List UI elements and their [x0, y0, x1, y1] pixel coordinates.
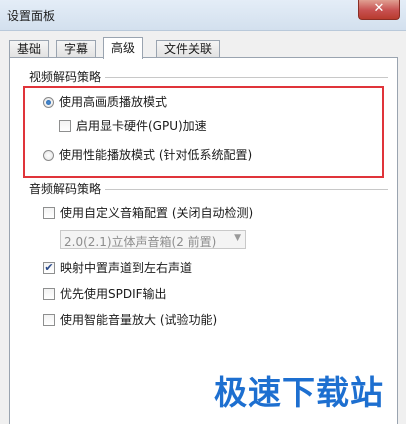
custom-config-checkbox[interactable]: [43, 207, 55, 219]
performance-radio[interactable]: [43, 150, 54, 161]
smart-volume-checkbox[interactable]: [43, 314, 55, 326]
gpu-checkbox[interactable]: [59, 120, 71, 132]
close-button[interactable]: ✕: [358, 0, 400, 20]
smart-volume-label: 使用智能音量放大 (试验功能): [60, 313, 218, 327]
tab-basic[interactable]: 基础: [9, 40, 50, 58]
center-map-checkbox[interactable]: ✔: [43, 262, 55, 274]
video-group-title: 视频解码策略: [29, 68, 106, 85]
video-group-divider: [105, 77, 388, 78]
high-quality-radio[interactable]: [43, 97, 54, 108]
tab-subtitles[interactable]: 字幕: [56, 40, 97, 58]
tab-file-association[interactable]: 文件关联: [156, 40, 221, 58]
title-bar[interactable]: 设置面板 ✕: [0, 0, 406, 31]
high-quality-label: 使用高画质播放模式: [59, 95, 168, 109]
spdif-checkbox[interactable]: [43, 288, 55, 300]
site-watermark: 极速下载站: [214, 373, 384, 412]
spdif-label: 优先使用SPDIF输出: [60, 287, 167, 301]
tab-advanced[interactable]: 高级: [103, 37, 144, 59]
settings-window: 设置面板 ✕ 基础 字幕 高级 文件关联 视频解码策略 使用高画质播放模式 启用…: [0, 0, 406, 424]
performance-label: 使用性能播放模式 (针对低系统配置): [59, 148, 253, 162]
custom-config-label: 使用自定义音箱配置 (关闭自动检测): [60, 206, 254, 220]
chevron-down-icon: ▼: [234, 233, 241, 243]
window-title: 设置面板: [7, 9, 56, 23]
gpu-label: 启用显卡硬件(GPU)加速: [76, 119, 207, 133]
center-map-label: 映射中置声道到左右声道: [60, 261, 193, 275]
speaker-config-select[interactable]: 2.0(2.1)立体声音箱(2 前置) ▼: [60, 230, 246, 249]
audio-group-title: 音频解码策略: [29, 180, 106, 197]
speaker-config-value: 2.0(2.1)立体声音箱(2 前置): [64, 235, 217, 249]
audio-group-divider: [105, 189, 388, 190]
